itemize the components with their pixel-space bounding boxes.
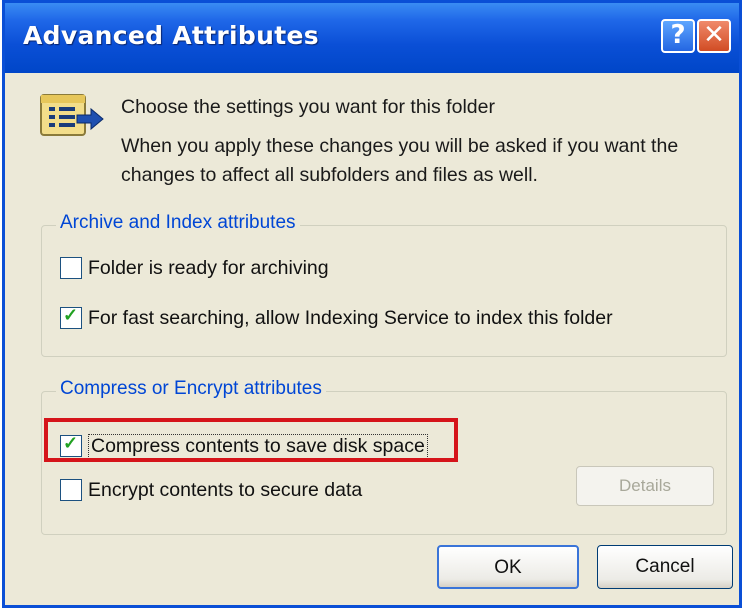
checkmark-icon: ✓ — [63, 305, 79, 325]
title-bar[interactable]: Advanced Attributes ? ✕ — [5, 3, 739, 73]
cancel-button[interactable]: Cancel — [597, 545, 733, 589]
archive-checkbox-label: Folder is ready for archiving — [88, 256, 329, 279]
indexing-checkbox-label: For fast searching, allow Indexing Servi… — [88, 306, 613, 329]
archive-checkbox[interactable] — [60, 257, 82, 279]
encrypt-checkbox[interactable] — [60, 479, 82, 501]
dialog-body: Choose the settings you want for this fo… — [5, 73, 739, 605]
encrypt-checkbox-label: Encrypt contents to secure data — [88, 478, 363, 501]
help-button[interactable]: ? — [661, 19, 695, 53]
advanced-attributes-dialog: Advanced Attributes ? ✕ Choose the setti… — [2, 0, 742, 608]
compress-group-label: Compress or Encrypt attributes — [56, 378, 326, 400]
folder-properties-icon — [40, 94, 104, 136]
details-button[interactable]: Details — [576, 466, 714, 506]
close-button[interactable]: ✕ — [697, 19, 731, 53]
encrypt-checkbox-row[interactable]: Encrypt contents to secure data — [60, 476, 362, 504]
highlight-box — [44, 418, 458, 462]
intro-heading: Choose the settings you want for this fo… — [121, 96, 495, 118]
compress-encrypt-group: Compress or Encrypt attributes ✓ Compres… — [41, 378, 727, 535]
ok-button[interactable]: OK — [437, 545, 579, 589]
archive-index-group: Archive and Index attributes Folder is r… — [41, 212, 727, 357]
window-title: Advanced Attributes — [23, 21, 319, 50]
indexing-checkbox[interactable]: ✓ — [60, 305, 82, 329]
intro-text: Choose the settings you want for this fo… — [121, 93, 721, 190]
indexing-checkbox-row[interactable]: ✓ For fast searching, allow Indexing Ser… — [60, 304, 613, 332]
archive-checkbox-row[interactable]: Folder is ready for archiving — [60, 254, 329, 282]
intro-description: When you apply these changes you will be… — [121, 135, 679, 186]
archive-group-label: Archive and Index attributes — [56, 212, 300, 234]
